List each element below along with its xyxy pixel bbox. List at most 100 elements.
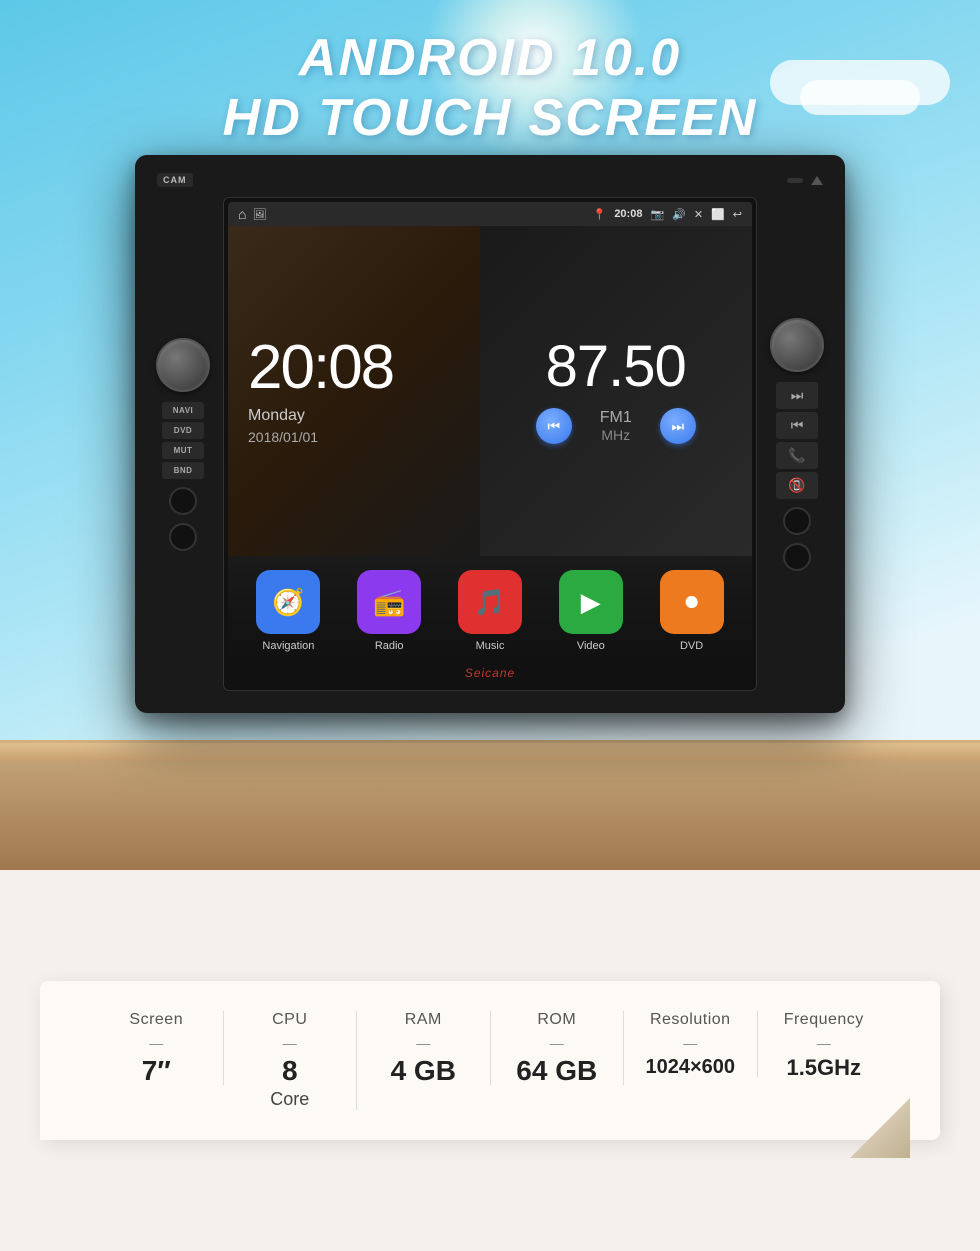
side-buttons: NAVI DVD MUT BND [162, 402, 204, 479]
spec-frequency-value: 1.5GHz [786, 1057, 861, 1079]
spec-rom: ROM — 64 GB [491, 1011, 625, 1085]
spec-screen-dash: — [149, 1035, 163, 1051]
stereo-topbar: CAM [149, 173, 831, 197]
radio-app-label: Radio [375, 640, 404, 652]
clock-day: Monday [248, 407, 460, 425]
spec-resolution: Resolution — 1024×600 [624, 1011, 758, 1077]
cam-label: CAM [157, 173, 193, 187]
prev-track-button[interactable]: ⏮ [776, 412, 818, 439]
spec-rom-value: 64 GB [516, 1057, 597, 1085]
nav-app-label: Navigation [262, 640, 314, 652]
back-icon[interactable]: ↩ [733, 208, 742, 221]
navi-button[interactable]: NAVI [162, 402, 204, 419]
stereo-outer: CAM NAVI DVD MUT BND [135, 155, 845, 713]
mut-button[interactable]: MUT [162, 442, 204, 459]
specs-section: Screen — 7″ CPU — 8 Core RAM — 4 GB ROM … [0, 870, 980, 1251]
screen-bezel: ⌂ 🖼 📍 20:08 📷 🔊 ✕ ⬜ ↩ [223, 197, 757, 691]
brand-watermark: Seicane [465, 666, 515, 680]
spec-cpu-sub: Core [270, 1089, 309, 1110]
window-icon: ⬜ [711, 208, 725, 221]
next-track-button[interactable]: ⏭ [776, 382, 818, 409]
camera-icon: 📷 [650, 208, 664, 221]
app-dvd[interactable]: ⏺ DVD [660, 570, 724, 652]
spec-ram: RAM — 4 GB [357, 1011, 491, 1085]
app-radio[interactable]: 📻 Radio [357, 570, 421, 652]
title-line1: ANDROID 10.0 [0, 28, 980, 88]
status-left: ⌂ 🖼 [238, 206, 266, 222]
apps-row: 🧭 Navigation 📻 Radio 🎵 Music [228, 556, 752, 660]
right-controls: ⏭ ⏮ 📞 📵 [763, 318, 831, 571]
radio-panel: 87.50 ⏮ FM1 MHz ⏭ [480, 226, 752, 556]
status-right: 📍 20:08 📷 🔊 ✕ ⬜ ↩ [593, 208, 742, 221]
app-music[interactable]: 🎵 Music [458, 570, 522, 652]
specs-grid: Screen — 7″ CPU — 8 Core RAM — 4 GB ROM … [90, 1011, 890, 1110]
title-line2: HD TOUCH SCREEN [0, 88, 980, 148]
left-knob[interactable] [156, 338, 210, 392]
video-app-label: Video [577, 640, 605, 652]
app-video[interactable]: ▶ Video [559, 570, 623, 652]
radio-next-button[interactable]: ⏭ [660, 408, 696, 444]
spec-ram-value: 4 GB [391, 1057, 456, 1085]
dvd-app-label: DVD [680, 640, 703, 652]
mounting-holes-right [783, 507, 811, 571]
radio-app-icon: 📻 [357, 570, 421, 634]
spec-ram-label: RAM [405, 1011, 442, 1029]
radio-controls: ⏮ FM1 MHz ⏭ [536, 408, 696, 444]
eject-indicator [811, 176, 823, 185]
screen: ⌂ 🖼 📍 20:08 📷 🔊 ✕ ⬜ ↩ [228, 202, 752, 686]
spec-screen-value: 7″ [142, 1057, 171, 1085]
clock-date: 2018/01/01 [248, 429, 460, 445]
radio-band: FM1 [600, 409, 632, 427]
hole-3 [783, 507, 811, 535]
clock-time: 20:08 [248, 337, 460, 399]
gallery-icon: 🖼 [252, 208, 266, 221]
video-app-icon: ▶ [559, 570, 623, 634]
stereo-unit: CAM NAVI DVD MUT BND [135, 155, 845, 713]
spec-resolution-label: Resolution [650, 1011, 731, 1029]
watermark: Seicane [228, 660, 752, 686]
right-button-group: ⏭ ⏮ 📞 📵 [776, 382, 818, 499]
radio-info: FM1 MHz [600, 409, 632, 443]
spec-screen-label: Screen [129, 1011, 183, 1029]
nav-app-icon: 🧭 [256, 570, 320, 634]
hole-2 [169, 523, 197, 551]
top-indicators [787, 176, 823, 185]
volume-icon: 🔊 [672, 208, 686, 221]
dvd-app-icon: ⏺ [660, 570, 724, 634]
music-app-label: Music [476, 640, 505, 652]
hero-title: ANDROID 10.0 HD TOUCH SCREEN [0, 28, 980, 148]
spec-screen: Screen — 7″ [90, 1011, 224, 1085]
app-navigation[interactable]: 🧭 Navigation [256, 570, 320, 652]
spec-cpu-label: CPU [272, 1011, 307, 1029]
home-icon[interactable]: ⌂ [238, 206, 246, 222]
spec-cpu-value: 8 [282, 1057, 298, 1085]
radio-frequency: 87.50 [546, 338, 686, 396]
hole-1 [169, 487, 197, 515]
hero-section: ANDROID 10.0 HD TOUCH SCREEN CAM NAVI [0, 0, 980, 870]
bnd-button[interactable]: BND [162, 462, 204, 479]
spec-frequency: Frequency — 1.5GHz [758, 1011, 891, 1079]
specs-paper: Screen — 7″ CPU — 8 Core RAM — 4 GB ROM … [40, 981, 940, 1140]
hole-4 [783, 543, 811, 571]
dvd-button[interactable]: DVD [162, 422, 204, 439]
spec-frequency-label: Frequency [784, 1011, 864, 1029]
clock-panel: 20:08 Monday 2018/01/01 [228, 226, 480, 556]
spec-resolution-value: 1024×600 [645, 1057, 735, 1077]
location-icon: 📍 [593, 208, 607, 221]
dot-indicator-1 [787, 178, 803, 183]
spec-resolution-dash: — [683, 1035, 697, 1051]
spec-frequency-dash: — [817, 1035, 831, 1051]
screen-content: 20:08 Monday 2018/01/01 87.50 ⏮ [228, 226, 752, 556]
spec-cpu: CPU — 8 Core [224, 1011, 358, 1110]
radio-prev-button[interactable]: ⏮ [536, 408, 572, 444]
wooden-shelf [0, 740, 980, 870]
stereo-body: NAVI DVD MUT BND [149, 197, 831, 691]
status-time: 20:08 [614, 208, 642, 220]
right-knob[interactable] [770, 318, 824, 372]
spec-cpu-dash: — [283, 1035, 297, 1051]
call-button[interactable]: 📞 [776, 442, 818, 469]
left-controls: NAVI DVD MUT BND [149, 338, 217, 551]
music-app-icon: 🎵 [458, 570, 522, 634]
status-bar: ⌂ 🖼 📍 20:08 📷 🔊 ✕ ⬜ ↩ [228, 202, 752, 226]
end-call-button[interactable]: 📵 [776, 472, 818, 499]
